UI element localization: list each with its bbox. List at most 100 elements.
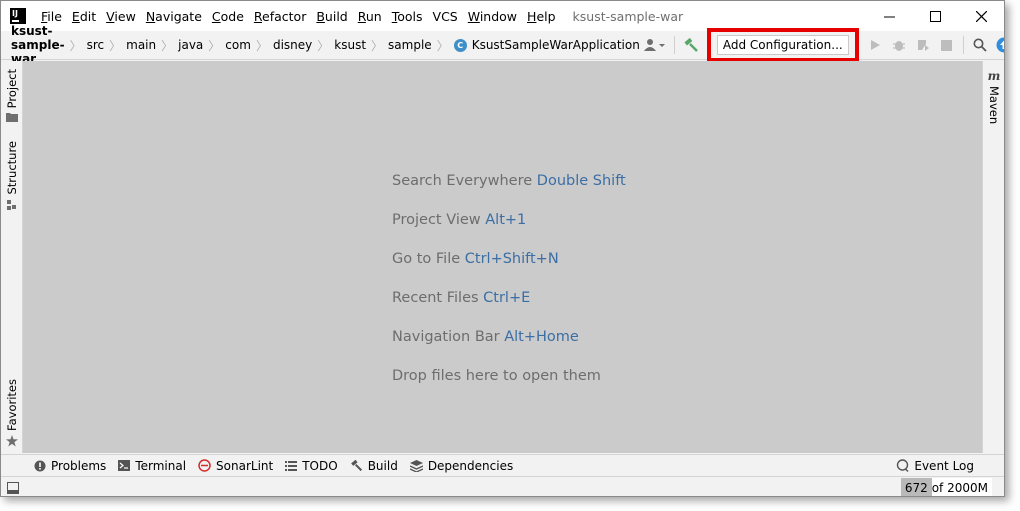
tab-project[interactable]: Project [1, 69, 23, 123]
breadcrumb-item-sample[interactable]: sample [388, 38, 432, 52]
window-title: ksust-sample-war [572, 8, 684, 24]
tab-project-label: Project [5, 69, 19, 109]
tab-favorites[interactable]: Favorites [1, 379, 23, 447]
coverage-icon [917, 40, 929, 51]
breadcrumb-class-label: KsustSampleWarApplication [471, 38, 640, 52]
breadcrumb-item-ksust[interactable]: ksust [334, 38, 366, 52]
menu-file[interactable]: File [36, 9, 67, 24]
memory-used: 672 [900, 477, 932, 496]
close-window-button[interactable] [958, 1, 1004, 31]
menu-refactor[interactable]: Refactor [249, 9, 311, 24]
tab-event-log[interactable]: Event Log [896, 459, 974, 473]
tab-maven-label: Maven [987, 86, 1001, 125]
debug-button[interactable] [887, 34, 911, 56]
menu-tools[interactable]: Tools [387, 9, 428, 24]
tab-sonarlint-label: SonarLint [216, 458, 274, 473]
run-button[interactable] [863, 34, 887, 56]
tab-event-log-label: Event Log [914, 458, 974, 473]
tab-terminal[interactable]: Terminal [118, 459, 186, 473]
breadcrumb-item-src[interactable]: src [87, 38, 105, 52]
right-tool-strip: m Maven [982, 61, 1004, 453]
hammer-icon [684, 37, 698, 52]
chevron-right-icon: 〉 [436, 38, 449, 53]
editor-hints: Search Everywhere Double Shift Project V… [392, 171, 626, 405]
list-icon [285, 460, 298, 471]
hint-search-everywhere: Search Everywhere Double Shift [392, 173, 626, 189]
hint-recent-files: Recent Files Ctrl+E [392, 290, 531, 306]
menu-vcs[interactable]: VCS [428, 9, 463, 24]
user-icon [643, 39, 665, 51]
toolbar-separator [962, 36, 964, 54]
square-icon [7, 481, 19, 494]
breadcrumb: ksust-sample-war 〉 src 〉 main 〉 java 〉 c… [1, 24, 640, 66]
editor-empty-area[interactable]: Search Everywhere Double Shift Project V… [23, 61, 984, 453]
menu-view[interactable]: View [101, 9, 141, 24]
menu-edit[interactable]: Edit [67, 9, 101, 24]
maven-icon: m [987, 69, 1001, 83]
chevron-right-icon: 〉 [371, 38, 384, 53]
hint-navigation-bar: Navigation Bar Alt+Home [392, 329, 579, 345]
tab-terminal-label: Terminal [135, 458, 187, 473]
tab-dependencies[interactable]: Dependencies [409, 458, 514, 473]
breadcrumb-item-class[interactable]: C KsustSampleWarApplication [453, 38, 640, 52]
tab-favorites-label: Favorites [5, 379, 19, 431]
tab-todo-label: TODO [302, 458, 338, 473]
breadcrumb-item-project[interactable]: ksust-sample-war [11, 24, 65, 66]
run-toolbar: Add Configuration... [640, 28, 1004, 62]
minimize-button[interactable] [866, 1, 912, 31]
maximize-button[interactable] [912, 1, 958, 31]
tab-structure-label: Structure [5, 141, 19, 195]
ide-window: IJ File Edit View Navigate Code Refactor… [0, 0, 1005, 497]
tab-todo[interactable]: TODO [285, 458, 338, 473]
tab-dependencies-label: Dependencies [427, 458, 514, 473]
breadcrumb-item-main[interactable]: main [126, 38, 156, 52]
memory-indicator[interactable]: 672 of 2000M [900, 477, 992, 496]
hint-project-view: Project View Alt+1 [392, 212, 527, 228]
search-icon [973, 38, 987, 52]
breadcrumb-item-disney[interactable]: disney [273, 38, 312, 52]
menu-run[interactable]: Run [353, 9, 387, 24]
user-button[interactable] [640, 34, 670, 56]
search-everywhere-button[interactable] [968, 34, 992, 56]
left-tool-strip: Project Structure Favorites [1, 61, 23, 453]
menu-help[interactable]: Help [522, 9, 561, 24]
add-configuration-highlight: Add Configuration... [706, 28, 859, 62]
menu-navigate[interactable]: Navigate [141, 9, 207, 24]
debug-icon [892, 41, 905, 51]
tab-build[interactable]: Build [350, 459, 398, 473]
toolbar-separator [673, 36, 675, 54]
tab-problems-label: Problems [51, 458, 107, 473]
tab-sonarlint[interactable]: SonarLint [198, 459, 273, 473]
layers-icon [409, 459, 423, 472]
main-menu: File Edit View Navigate Code Refactor Bu… [36, 9, 561, 24]
intellij-logo-icon: IJ [10, 8, 26, 24]
breadcrumb-item-com[interactable]: com [225, 38, 251, 52]
breadcrumb-item-java[interactable]: java [178, 38, 203, 52]
tool-windows-toggle[interactable] [7, 481, 19, 494]
menu-build[interactable]: Build [311, 9, 352, 24]
build-button[interactable] [679, 34, 703, 56]
update-button[interactable] [992, 34, 1004, 56]
hint-drop-files: Drop files here to open them [392, 368, 601, 384]
tab-maven[interactable]: m Maven [983, 69, 1004, 125]
stop-button[interactable] [935, 34, 959, 56]
event-log-icon [896, 459, 909, 472]
star-icon [6, 434, 18, 447]
tab-structure[interactable]: Structure [1, 141, 23, 211]
hammer-icon [350, 459, 363, 472]
tab-build-label: Build [367, 458, 398, 473]
coverage-button[interactable] [911, 34, 935, 56]
menu-window[interactable]: Window [463, 9, 522, 24]
java-class-icon: C [453, 38, 467, 52]
maximize-icon [929, 10, 941, 22]
status-bar: 672 of 2000M [1, 476, 1004, 496]
update-icon [996, 37, 1004, 53]
hint-go-to-file: Go to File Ctrl+Shift+N [392, 251, 559, 267]
add-configuration-button[interactable]: Add Configuration... [716, 35, 849, 55]
menu-code[interactable]: Code [207, 9, 249, 24]
chevron-right-icon: 〉 [208, 38, 221, 53]
memory-total: of 2000M [931, 480, 988, 495]
chevron-right-icon: 〉 [161, 38, 174, 53]
tab-problems[interactable]: Problems [34, 459, 106, 473]
window-controls [866, 1, 1004, 31]
